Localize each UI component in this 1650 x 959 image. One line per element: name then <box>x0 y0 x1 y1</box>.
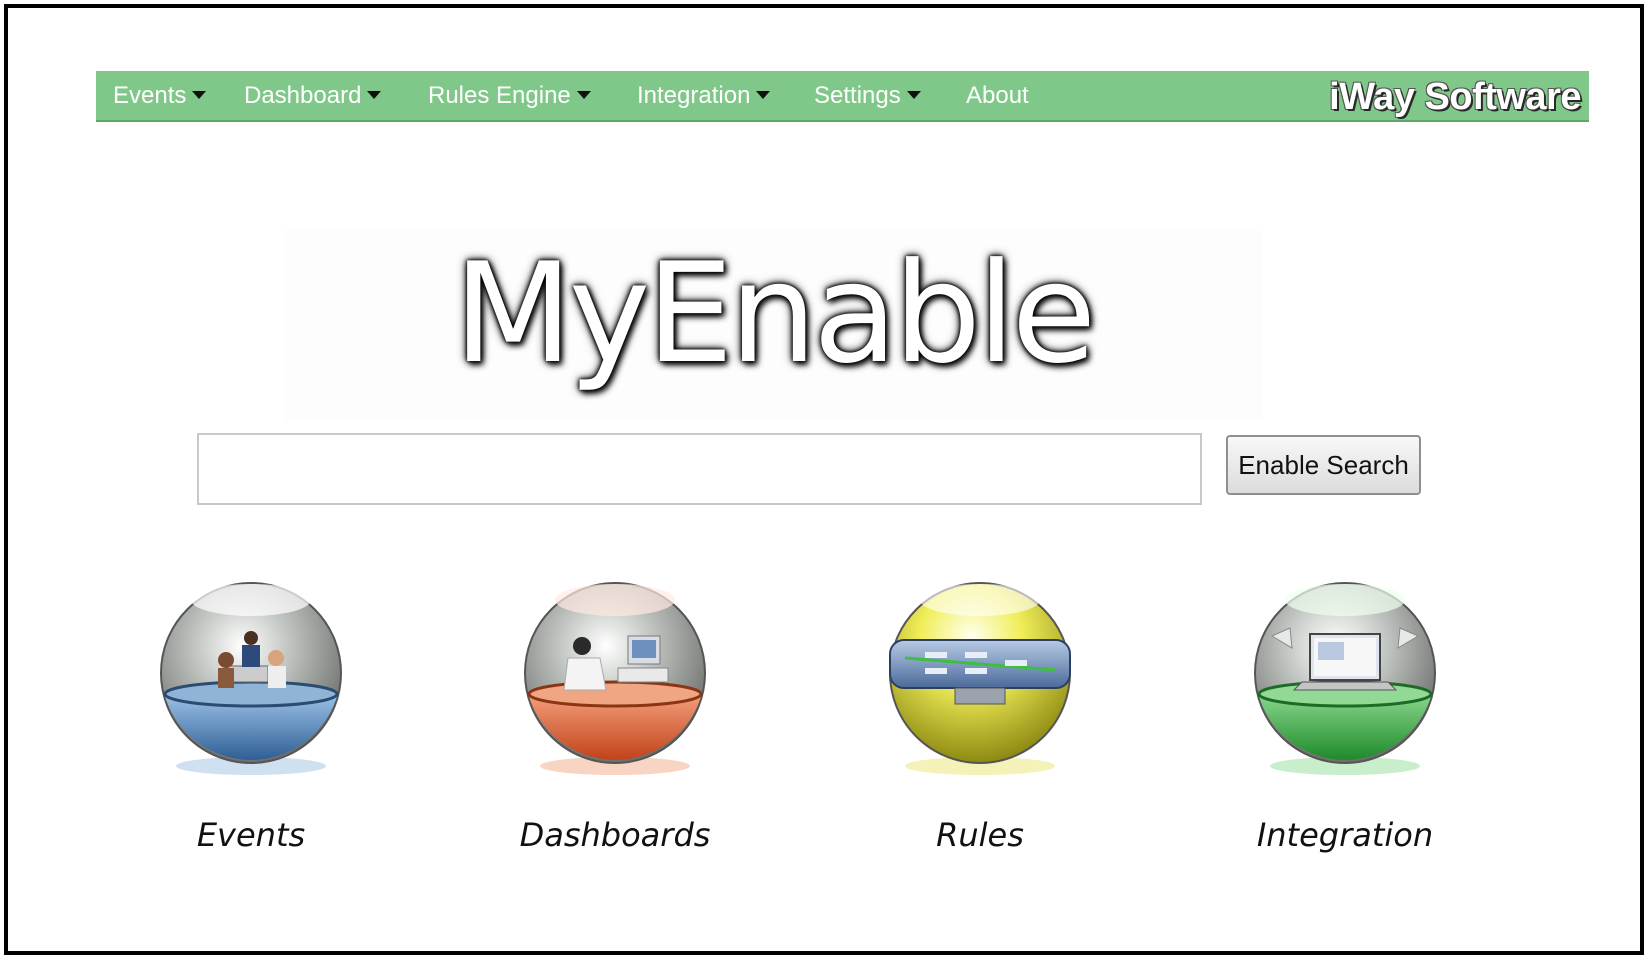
nav-rules-engine-menu[interactable]: Rules Engine <box>428 83 591 109</box>
logo-panel: MyEnable <box>284 230 1262 420</box>
nav-events-label: Events <box>113 82 187 109</box>
person-at-computer-sphere-icon <box>524 582 706 775</box>
nav-events-menu[interactable]: Events <box>113 82 207 109</box>
tile-dashboards[interactable]: Dashboards <box>520 578 710 854</box>
tile-dashboards-label: Dashboards <box>519 816 711 854</box>
tile-events[interactable]: Events <box>156 578 346 854</box>
tile-events-label: Events <box>196 816 306 854</box>
rules-diagram-sphere-icon <box>889 582 1071 775</box>
tile-rules[interactable]: Rules <box>885 578 1075 854</box>
brand-logo: iWay Software <box>1329 76 1581 118</box>
search-input[interactable] <box>197 433 1202 505</box>
nav-integration-label: Integration <box>637 82 751 109</box>
nav-rules-engine-label: Rules Engine <box>428 82 571 109</box>
caret-down-icon <box>906 91 921 99</box>
nav-integration-menu[interactable]: Integration <box>637 82 771 109</box>
nav-about-link[interactable]: About <box>966 83 1029 109</box>
top-navbar: Events Dashboard Rules Engine Integratio… <box>96 71 1589 122</box>
nav-dashboard-label: Dashboard <box>244 82 362 109</box>
caret-down-icon <box>576 91 591 99</box>
laptop-sphere-icon <box>1254 582 1436 775</box>
tile-rules-label: Rules <box>936 816 1024 854</box>
nav-settings-label: Settings <box>814 82 901 109</box>
app-frame: Events Dashboard Rules Engine Integratio… <box>4 4 1644 955</box>
nav-about-label: About <box>966 82 1029 109</box>
caret-down-icon <box>192 91 207 99</box>
app-logo-text: MyEnable <box>453 233 1097 394</box>
people-meeting-sphere-icon <box>160 582 342 775</box>
tile-integration-label: Integration <box>1256 816 1434 854</box>
nav-dashboard-menu[interactable]: Dashboard <box>244 82 382 109</box>
caret-down-icon <box>756 91 771 99</box>
nav-settings-menu[interactable]: Settings <box>814 83 921 109</box>
tile-integration[interactable]: Integration <box>1250 578 1440 854</box>
caret-down-icon <box>367 91 382 99</box>
enable-search-button[interactable]: Enable Search <box>1226 435 1421 495</box>
